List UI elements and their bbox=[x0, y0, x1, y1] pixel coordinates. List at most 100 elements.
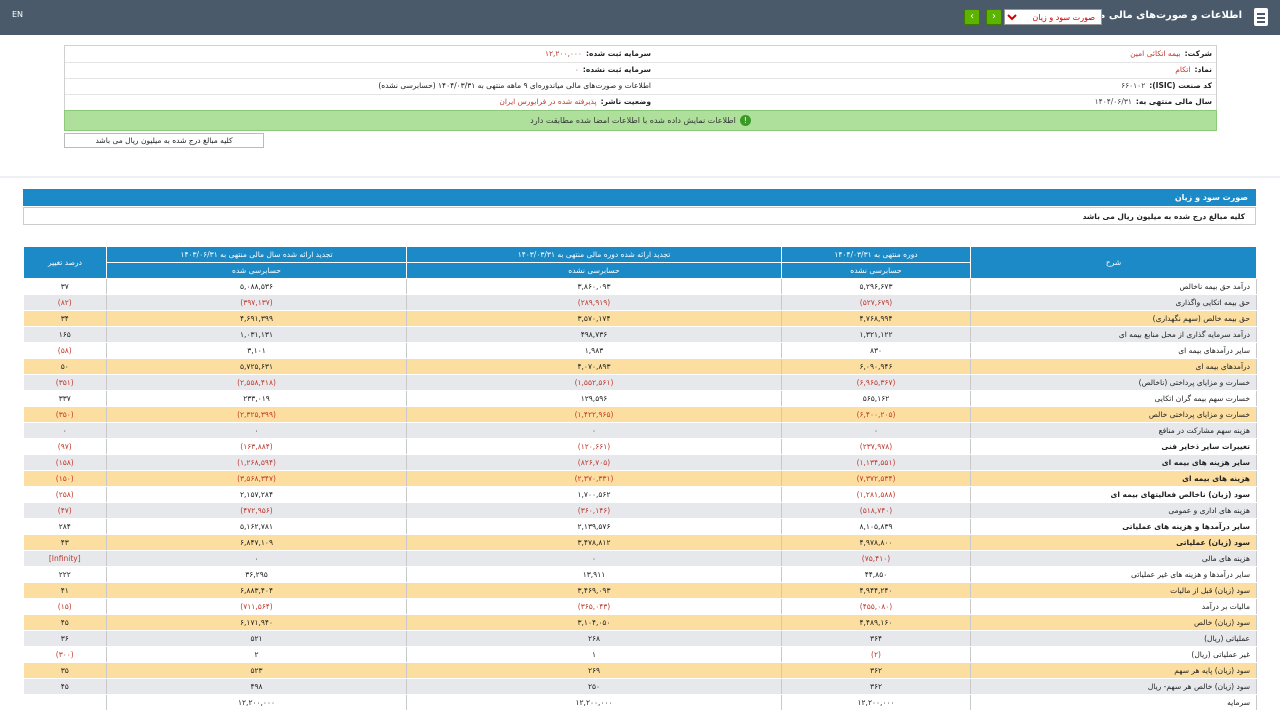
row-change: ۳۵ bbox=[23, 662, 107, 679]
row-value-restated-year: ۲۳۳,۰۱۹ bbox=[106, 390, 407, 407]
row-change: (۱۵۸) bbox=[23, 454, 107, 471]
row-value-period: (۲۳۷,۹۷۸) bbox=[781, 438, 971, 455]
row-desc: سایر درآمدها و هزینه های غیر عملیاتی bbox=[970, 566, 1257, 583]
table-row: سود (زیان) خالص ۴,۴۸۹,۱۶۰ ۳,۱۰۴,۰۵۰ ۶,۱۷۱,۹… bbox=[23, 614, 1257, 631]
row-change: ۰ bbox=[23, 422, 107, 439]
row-desc: تغییرات سایر ذخایر فنی bbox=[970, 438, 1257, 455]
row-desc: هزینه های اداری و عمومی bbox=[970, 502, 1257, 519]
alert-text: اطلاعات نمایش داده شده با اطلاعات امضا ش… bbox=[530, 116, 736, 125]
section-divider bbox=[0, 176, 1280, 178]
row-value-period: (۴۵۵,۰۸۰) bbox=[781, 598, 971, 615]
row-change: ۴۳ bbox=[23, 534, 107, 551]
col-header-restated-period: تجدید ارائه شده دوره مالی منتهی به ۱۴۰۳/… bbox=[406, 246, 782, 263]
row-change: ۱۶۵ bbox=[23, 326, 107, 343]
row-change: ۲۸۴ bbox=[23, 518, 107, 535]
row-change: ۲۲۲ bbox=[23, 566, 107, 583]
col-subheader-restated-period: حسابرسی نشده bbox=[406, 262, 782, 279]
table-row: سود (زیان) قبل از مالیات ۴,۹۴۴,۲۴۰ ۳,۴۶۹,۰… bbox=[23, 582, 1257, 599]
table-row: سود (زیان) پایه هر سهم ۳۶۲ ۲۶۹ ۵۲۳ ۳۵ bbox=[23, 662, 1257, 679]
row-change: (۲۵۸) bbox=[23, 486, 107, 503]
row-value-restated-period: (۸۲۶,۷۰۵) bbox=[406, 454, 782, 471]
row-value-period: ۵۶۵,۱۶۲ bbox=[781, 390, 971, 407]
row-desc: درآمد حق بیمه ناخالص bbox=[970, 278, 1257, 295]
row-value-restated-period: ۱۲۹,۵۹۶ bbox=[406, 390, 782, 407]
row-value-restated-year: ۴۹۸ bbox=[106, 678, 407, 695]
row-value-restated-year: (۷۱۱,۵۶۴) bbox=[106, 598, 407, 615]
table-row: درآمد حق بیمه ناخالص ۵,۲۹۶,۶۷۳ ۳,۸۶۰,۰۹۳ ۵,… bbox=[23, 278, 1257, 295]
row-value-restated-period: ۱۲,۲۰۰,۰۰۰ bbox=[406, 694, 782, 711]
row-value-restated-year: ۱,۰۳۱,۱۳۱ bbox=[106, 326, 407, 343]
table-row: هزینه سهم مشارکت در منافع ۰ ۰ ۰ ۰ bbox=[23, 422, 1257, 439]
row-value-restated-year: (۲,۵۵۸,۴۱۸) bbox=[106, 374, 407, 391]
col-subheader-period: حسابرسی نشده bbox=[781, 262, 971, 279]
fiscal-year-field: سال مالی منتهی به:۱۴۰۴/۰۶/۳۱ bbox=[1094, 97, 1212, 106]
row-change: (۱۵) bbox=[23, 598, 107, 615]
row-value-period: ۴,۴۸۹,۱۶۰ bbox=[781, 614, 971, 631]
col-header-restated-year: تجدید ارائه شده سال مالی منتهی به ۱۴۰۳/۰… bbox=[106, 246, 407, 263]
col-header-desc: شرح bbox=[970, 246, 1257, 279]
issuer-status-field: وضعیت ناشر:پذیرفته شده در فرابورس ایران bbox=[499, 97, 651, 106]
isic-field: کد صنعت (ISIC):۶۶۰۱۰۲ bbox=[1121, 81, 1212, 90]
row-desc: سود (زیان) ناخالص فعالیتهای بیمه ای bbox=[970, 486, 1257, 503]
info-row-3: کد صنعت (ISIC):۶۶۰۱۰۲ اطلاعات و صورت‌های… bbox=[65, 78, 1216, 95]
row-value-restated-period: ۱ bbox=[406, 646, 782, 663]
row-value-restated-year: ۲,۱۵۷,۲۸۴ bbox=[106, 486, 407, 503]
company-value[interactable]: بیمه اتکائی امین bbox=[1130, 49, 1181, 58]
row-desc: سود (زیان) عملیاتی bbox=[970, 534, 1257, 551]
row-desc: درآمد سرمایه گذاری از محل منابع بیمه ای bbox=[970, 326, 1257, 343]
row-desc: خسارت سهم بیمه گران اتکایی bbox=[970, 390, 1257, 407]
document-icon bbox=[1254, 8, 1268, 26]
row-change: (۵۸) bbox=[23, 342, 107, 359]
table-row: تغییرات سایر ذخایر فنی (۲۳۷,۹۷۸) (۱۲۰,۶۶۱)… bbox=[23, 438, 1257, 455]
row-desc: درآمدهای بیمه ای bbox=[970, 358, 1257, 375]
row-value-restated-year: ۶,۸۴۷,۱۰۹ bbox=[106, 534, 407, 551]
table-row: هزینه های بیمه ای (۷,۳۷۲,۵۳۴) (۲,۳۷۰,۳۳۱)(… bbox=[23, 470, 1257, 487]
row-value-restated-period: (۳۶۰,۱۴۶) bbox=[406, 502, 782, 519]
table-row: خسارت و مزایای پرداختی (ناخالص) (۶,۹۶۵,۳۶… bbox=[23, 374, 1257, 391]
row-value-restated-year: (۳,۵۶۸,۳۴۷) bbox=[106, 470, 407, 487]
row-value-restated-period: (۲,۳۷۰,۳۳۱) bbox=[406, 470, 782, 487]
col-header-change: درصد تغییر bbox=[23, 246, 107, 279]
row-value-restated-year: ۵,۰۸۸,۵۳۶ bbox=[106, 278, 407, 295]
chevron-left-icon[interactable]: ‹ bbox=[964, 9, 980, 25]
row-value-restated-year: ۲ bbox=[106, 646, 407, 663]
row-value-restated-year: (۱,۲۶۸,۵۹۴) bbox=[106, 454, 407, 471]
row-value-period: (۶,۹۶۵,۳۶۷) bbox=[781, 374, 971, 391]
company-field: شرکت:بیمه اتکائی امین bbox=[1130, 49, 1212, 58]
report-type-select[interactable]: صورت سود و زیان bbox=[1004, 9, 1102, 25]
row-value-restated-year: ۰ bbox=[106, 550, 407, 567]
table-row: سود (زیان) عملیاتی ۴,۹۷۸,۸۰۰ ۳,۴۷۸,۸۱۲ ۶,۸۴… bbox=[23, 534, 1257, 551]
row-value-restated-year: ۶,۱۷۱,۹۴۰ bbox=[106, 614, 407, 631]
table-row: مالیات بر درآمد (۴۵۵,۰۸۰) (۳۶۵,۰۴۳) (۷۱۱,۵۶… bbox=[23, 598, 1257, 615]
row-value-restated-year: ۵۲۳ bbox=[106, 662, 407, 679]
row-change: (۴۷) bbox=[23, 502, 107, 519]
row-desc: حق بیمه خالص (سهم نگهداری) bbox=[970, 310, 1257, 327]
row-value-restated-period: ۲,۱۳۹,۵۷۶ bbox=[406, 518, 782, 535]
row-value-period: ۴,۹۷۸,۸۰۰ bbox=[781, 534, 971, 551]
row-value-restated-year: (۴۷۲,۹۵۶) bbox=[106, 502, 407, 519]
table-row: عملیاتی (ریال) ۳۶۴ ۲۶۸ ۵۲۱ ۳۶ bbox=[23, 630, 1257, 647]
info-row-2: نماد:اتکام سرمایه ثبت نشده:۰ bbox=[65, 62, 1216, 79]
row-change: [Infinity] bbox=[23, 550, 107, 567]
report-description: اطلاعات و صورت‌های مالی میاندوره‌ای ۹ ما… bbox=[378, 81, 651, 90]
table-row: سایر درآمدها و هزینه های غیر عملیاتی ۴۴,۸… bbox=[23, 566, 1257, 583]
symbol-value[interactable]: اتکام bbox=[1175, 65, 1190, 74]
row-value-period: ۵,۲۹۶,۶۷۳ bbox=[781, 278, 971, 295]
row-desc: سایر هزینه های بیمه ای bbox=[970, 454, 1257, 471]
chevron-right-icon[interactable]: › bbox=[986, 9, 1002, 25]
row-value-restated-period: (۲۸۹,۹۱۹) bbox=[406, 294, 782, 311]
row-change: ۴۵ bbox=[23, 678, 107, 695]
row-value-period: (۷۵,۴۱۰) bbox=[781, 550, 971, 567]
table-row: درآمد سرمایه گذاری از محل منابع بیمه ای ۱… bbox=[23, 326, 1257, 343]
row-value-restated-period: ۰ bbox=[406, 550, 782, 567]
language-toggle[interactable]: EN bbox=[12, 10, 23, 19]
table-row: سایر درآمدها و هزینه های عملیاتی ۸,۱۰۵,۸۳… bbox=[23, 518, 1257, 535]
row-value-period: (۵۱۸,۷۴۰) bbox=[781, 502, 971, 519]
row-value-period: ۸۳۰ bbox=[781, 342, 971, 359]
table-row: سود (زیان) ناخالص فعالیتهای بیمه ای (۱,۲۸… bbox=[23, 486, 1257, 503]
row-desc: سود (زیان) قبل از مالیات bbox=[970, 582, 1257, 599]
row-change: (۳۵۰) bbox=[23, 406, 107, 423]
verification-alert: !اطلاعات نمایش داده شده با اطلاعات امضا … bbox=[64, 110, 1217, 131]
row-desc: عملیاتی (ریال) bbox=[970, 630, 1257, 647]
info-icon: ! bbox=[739, 115, 751, 126]
